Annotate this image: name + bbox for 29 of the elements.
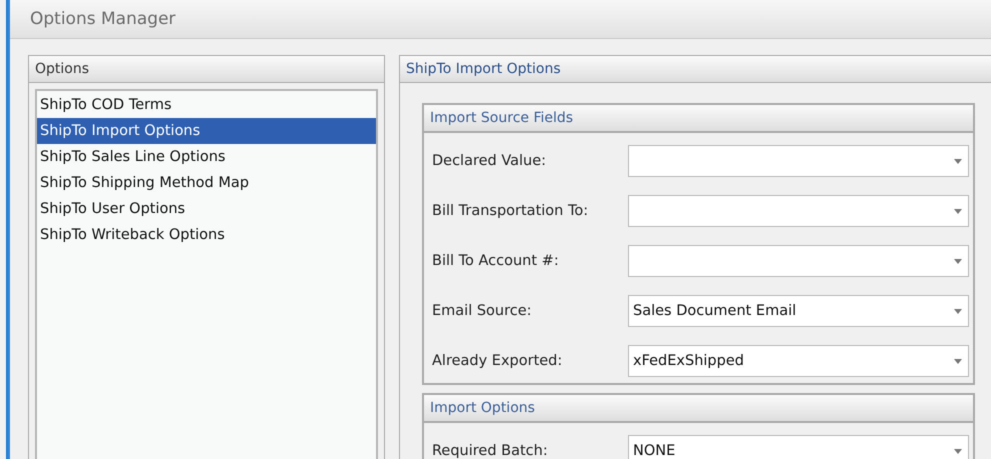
options-list-item[interactable]: ShipTo Shipping Method Map <box>37 170 376 196</box>
dropdown-field[interactable] <box>628 195 969 227</box>
field-label: Bill To Account #: <box>432 253 560 269</box>
dropdown-field[interactable]: Sales Document Email <box>628 295 969 327</box>
dropdown-field[interactable]: xFedExShipped <box>628 345 969 377</box>
field-label: Declared Value: <box>432 153 548 169</box>
dropdown-field[interactable] <box>628 245 969 277</box>
dropdown-field[interactable]: NONE <box>628 435 969 459</box>
caret-icon <box>954 158 962 164</box>
dropdown-field[interactable] <box>628 145 969 177</box>
caret-icon <box>954 258 962 264</box>
window-title: Options Manager <box>30 9 176 29</box>
caret-icon <box>954 448 962 454</box>
group-header: Import Options <box>424 395 973 423</box>
options-list-item[interactable]: ShipTo Writeback Options <box>37 222 376 248</box>
group-header: Import Source Fields <box>424 105 973 133</box>
panel-header: ShipTo Import Options <box>400 56 991 83</box>
options-list-item[interactable]: ShipTo Sales Line Options <box>37 144 376 170</box>
panel-header: Options <box>29 56 384 83</box>
field-label: Bill Transportation To: <box>432 203 590 219</box>
field-label: Already Exported: <box>432 353 564 369</box>
caret-icon <box>954 308 962 314</box>
options-list-item[interactable]: ShipTo COD Terms <box>37 92 376 118</box>
field-label: Required Batch: <box>432 443 549 459</box>
caret-icon <box>954 358 962 364</box>
caret-icon <box>954 208 962 214</box>
options-list-item[interactable]: ShipTo Import Options <box>37 118 376 144</box>
options-list-item[interactable]: ShipTo User Options <box>37 196 376 222</box>
field-label: Email Source: <box>432 303 533 319</box>
